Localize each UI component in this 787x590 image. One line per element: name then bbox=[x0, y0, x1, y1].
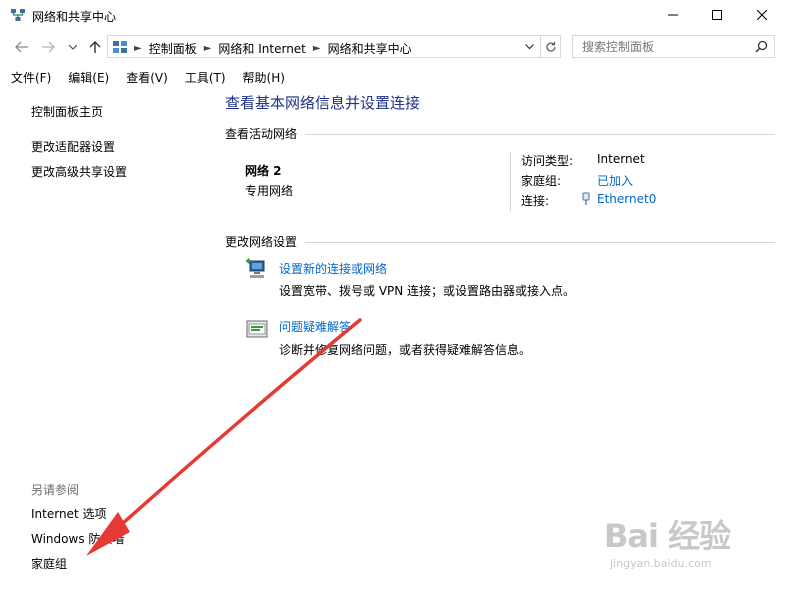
ethernet-icon bbox=[581, 192, 591, 209]
breadcrumb-separator-icon: ► bbox=[203, 43, 212, 54]
divider bbox=[305, 242, 775, 243]
change-settings-label: 更改网络设置 bbox=[225, 235, 298, 249]
search-icon[interactable] bbox=[755, 40, 768, 56]
breadcrumb-separator-icon: ► bbox=[134, 43, 142, 54]
divider bbox=[305, 134, 775, 135]
breadcrumb: ► 控制面板 ► 网络和 Internet ► 网络和共享中心 bbox=[134, 40, 412, 57]
sidebar-change-adapter-settings[interactable]: 更改适配器设置 bbox=[31, 138, 115, 155]
breadcrumb-network-internet[interactable]: 网络和 Internet bbox=[218, 40, 305, 57]
homegroup-row: 家庭组: 已加入 bbox=[521, 172, 633, 189]
control-panel-icon bbox=[112, 39, 128, 55]
sidebar: 控制面板主页 更改适配器设置 更改高级共享设置 另请参阅 Internet 选项… bbox=[0, 90, 215, 590]
active-networks-label: 查看活动网络 bbox=[225, 127, 298, 141]
sidebar-change-advanced-sharing[interactable]: 更改高级共享设置 bbox=[31, 163, 127, 180]
active-networks-heading: 查看活动网络 bbox=[225, 125, 775, 142]
window-title: 网络和共享中心 bbox=[32, 10, 117, 24]
ethernet-connection-link[interactable]: Ethernet0 bbox=[597, 192, 656, 206]
connection-label: 连接: bbox=[521, 194, 550, 208]
homegroup-link[interactable]: 已加入 bbox=[597, 172, 633, 189]
setup-new-connection-link[interactable]: 设置新的连接或网络 bbox=[279, 260, 387, 277]
up-button[interactable] bbox=[86, 38, 104, 56]
sidebar-internet-options[interactable]: Internet 选项 bbox=[31, 505, 106, 522]
search-box[interactable] bbox=[572, 35, 775, 58]
forward-button[interactable] bbox=[39, 38, 57, 56]
see-also-heading: 另请参阅 bbox=[31, 483, 80, 497]
connection-row: 连接: Ethernet0 bbox=[521, 192, 656, 209]
menu-edit[interactable]: 编辑(E) bbox=[57, 66, 115, 88]
address-row: ► 控制面板 ► 网络和 Internet ► 网络和共享中心 bbox=[0, 34, 787, 60]
network-center-icon bbox=[10, 7, 26, 23]
breadcrumb-separator-icon: ► bbox=[312, 43, 321, 54]
recent-dropdown-button[interactable] bbox=[64, 38, 82, 56]
network-category: 专用网络 bbox=[245, 184, 294, 198]
close-button[interactable] bbox=[739, 0, 785, 30]
setup-new-connection-desc: 设置宽带、拨号或 VPN 连接；或设置路由器或接入点。 bbox=[279, 284, 576, 298]
menu-file[interactable]: 文件(F) bbox=[0, 66, 57, 88]
troubleshoot-link[interactable]: 问题疑难解答 bbox=[279, 318, 351, 335]
maximize-button[interactable] bbox=[694, 0, 740, 30]
menu-tools[interactable]: 工具(T) bbox=[174, 66, 232, 88]
page-title: 查看基本网络信息并设置连接 bbox=[225, 94, 421, 112]
access-type-row: 访问类型: Internet bbox=[521, 152, 645, 169]
chevron-down-icon[interactable] bbox=[522, 40, 536, 54]
refresh-button[interactable] bbox=[541, 35, 561, 58]
homegroup-label: 家庭组: bbox=[521, 174, 562, 188]
title-bar: 网络和共享中心 bbox=[0, 0, 787, 30]
breadcrumb-network-sharing-center[interactable]: 网络和共享中心 bbox=[328, 40, 412, 57]
sidebar-homegroup[interactable]: 家庭组 bbox=[31, 555, 67, 572]
new-connection-icon bbox=[245, 257, 269, 281]
sidebar-windows-firewall[interactable]: Windows 防火墙 bbox=[31, 530, 124, 547]
vertical-divider bbox=[510, 152, 511, 212]
refresh-icon bbox=[545, 41, 556, 52]
access-type-label: 访问类型: bbox=[521, 154, 574, 168]
back-button[interactable] bbox=[13, 38, 31, 56]
baidu-jingyan-watermark: Bai 经验 jingyan.baidu.com bbox=[590, 505, 780, 585]
change-settings-heading: 更改网络设置 bbox=[225, 233, 775, 250]
menu-bar: 文件(F) 编辑(E) 查看(V) 工具(T) 帮助(H) bbox=[0, 66, 291, 88]
menu-view[interactable]: 查看(V) bbox=[115, 66, 174, 88]
minimize-button[interactable] bbox=[650, 0, 696, 30]
address-bar[interactable]: ► 控制面板 ► 网络和 Internet ► 网络和共享中心 bbox=[107, 35, 541, 58]
network-name: 网络 2 bbox=[245, 164, 282, 178]
watermark-url: jingyan.baidu.com bbox=[610, 557, 712, 570]
troubleshoot-icon bbox=[245, 317, 269, 341]
menu-help[interactable]: 帮助(H) bbox=[232, 66, 291, 88]
watermark-logo: Bai 经验 bbox=[604, 517, 731, 555]
troubleshoot-desc: 诊断并修复网络问题，或者获得疑难解答信息。 bbox=[279, 343, 532, 357]
breadcrumb-control-panel[interactable]: 控制面板 bbox=[149, 40, 197, 57]
sidebar-control-panel-home[interactable]: 控制面板主页 bbox=[31, 103, 103, 120]
search-input[interactable] bbox=[573, 36, 748, 57]
access-type-value: Internet bbox=[597, 152, 645, 166]
